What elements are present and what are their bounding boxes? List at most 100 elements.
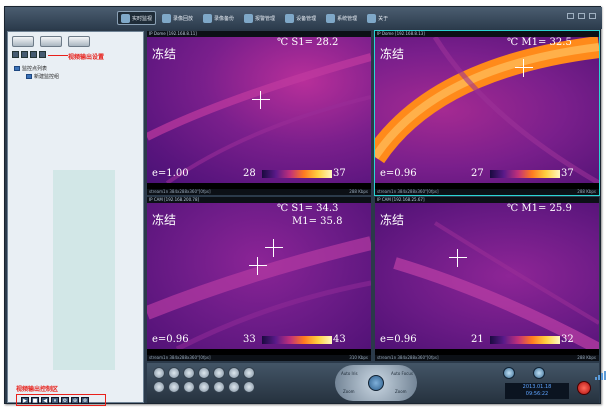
clock-display: 2013.01.18 09:56:22 bbox=[505, 383, 569, 399]
ptz-control[interactable]: Auto Iris Auto Focus Zoom Zoom bbox=[335, 365, 417, 401]
menu-playback[interactable]: 录像回放 bbox=[158, 11, 197, 25]
round-button-4[interactable] bbox=[198, 367, 210, 379]
crosshair-icon bbox=[449, 249, 467, 267]
crosshair-icon bbox=[252, 91, 270, 109]
menu-alarm[interactable]: 报警管理 bbox=[240, 11, 279, 25]
pane-footer: stream1n 384x288x360"[0fps] 310 Kbps bbox=[147, 355, 371, 361]
ptz-zoom-label-left: Zoom bbox=[343, 389, 355, 394]
ctrl-stop-button[interactable]: ■ bbox=[31, 396, 39, 404]
freeze-label: 冻结 bbox=[380, 47, 405, 61]
round-button-14[interactable] bbox=[243, 381, 255, 393]
spot-temp-2: M1= 35.8 bbox=[292, 216, 343, 227]
play-icon bbox=[162, 13, 172, 23]
tree-child[interactable]: 新建监控组 bbox=[26, 72, 59, 80]
spot-temp-1: ℃ S1= 34.3 bbox=[277, 203, 339, 214]
settings-icon bbox=[326, 13, 336, 23]
right-controls bbox=[503, 367, 545, 379]
signal-icon bbox=[595, 369, 607, 380]
round-button-8[interactable] bbox=[153, 381, 165, 393]
crosshair-icon bbox=[515, 59, 533, 77]
video-pane-2[interactable]: IP Dome [192.168.8.13] 冻结 ℃ M1= 32.5 e=0… bbox=[374, 30, 600, 196]
crosshair-icon bbox=[249, 257, 267, 275]
output-setting-icon-4[interactable] bbox=[39, 51, 46, 58]
freeze-label: 冻结 bbox=[380, 213, 405, 227]
color-scale-bar bbox=[490, 170, 560, 178]
range-min: 33 bbox=[243, 334, 256, 345]
spot-temp: ℃ M1= 32.5 bbox=[507, 37, 572, 48]
thermal-image: 冻结 ℃ M1= 32.5 e=0.96 27 37 bbox=[375, 37, 599, 183]
layout-button-3[interactable] bbox=[68, 36, 90, 47]
color-scale-bar bbox=[262, 170, 332, 178]
range-max: 32 bbox=[561, 334, 574, 345]
range-min: 27 bbox=[471, 168, 484, 179]
pane-footer: stream1n 384x288x360"[0fps] 288 Kbps bbox=[375, 189, 599, 195]
ctrl-add-button[interactable]: ⊕ bbox=[71, 396, 79, 404]
round-button-7[interactable] bbox=[243, 367, 255, 379]
menu-system[interactable]: 系统管理 bbox=[322, 11, 361, 25]
range-max: 37 bbox=[561, 168, 574, 179]
menu-live-view[interactable]: 实时监视 bbox=[117, 11, 157, 25]
layout-button-1[interactable] bbox=[12, 36, 34, 47]
folder-icon bbox=[14, 65, 20, 71]
video-pane-3[interactable]: IP CAM [192.168.200.78] 冻结 ℃ S1= 34.3 M1… bbox=[147, 197, 371, 361]
record-mode-button[interactable] bbox=[503, 367, 515, 379]
device-icon bbox=[285, 13, 295, 23]
pane-footer: stream1n 384x288x360"[0fps] 288 Kbps bbox=[375, 355, 599, 361]
ctrl-play-button[interactable]: ▶ bbox=[21, 396, 29, 404]
output-setting-icon-2[interactable] bbox=[21, 51, 28, 58]
annotation-leader-line bbox=[48, 55, 68, 56]
round-button-6[interactable] bbox=[228, 367, 240, 379]
round-button-12[interactable] bbox=[213, 381, 225, 393]
video-pane-1[interactable]: IP Dome [192.168.8.11] 冻结 ℃ S1= 28.2 e=1… bbox=[147, 31, 371, 195]
emissivity-label: e=0.96 bbox=[152, 334, 189, 345]
record-button[interactable] bbox=[577, 381, 591, 395]
ptz-focus-label: Auto Focus bbox=[391, 371, 413, 376]
menu-device[interactable]: 设备管理 bbox=[281, 11, 320, 25]
range-min: 28 bbox=[243, 168, 256, 179]
round-button-1[interactable] bbox=[153, 367, 165, 379]
ctrl-remove-button[interactable]: ⊗ bbox=[81, 396, 89, 404]
ctrl-settings-button[interactable]: ⚙ bbox=[61, 396, 69, 404]
left-panel: 视频输出设置 监控点列表 新建监控组 视频输出控制区 ▶ ■ ◀ ⏸ ⚙ ⊕ ⊗ bbox=[7, 31, 144, 406]
round-button-10[interactable] bbox=[183, 381, 195, 393]
round-button-13[interactable] bbox=[228, 381, 240, 393]
watermark-area bbox=[53, 170, 115, 370]
ctrl-pause-button[interactable]: ⏸ bbox=[51, 396, 59, 404]
freeze-label: 冻结 bbox=[152, 47, 177, 61]
emissivity-label: e=1.00 bbox=[152, 168, 189, 179]
spot-temp: ℃ M1= 25.9 bbox=[507, 203, 572, 214]
maximize-button[interactable] bbox=[578, 13, 585, 19]
round-button-3[interactable] bbox=[183, 367, 195, 379]
output-setting-icon-3[interactable] bbox=[30, 51, 37, 58]
menu-backup[interactable]: 录像备份 bbox=[199, 11, 238, 25]
color-scale-bar bbox=[490, 336, 560, 344]
thermal-image: 冻结 ℃ M1= 25.9 e=0.96 21 32 bbox=[375, 203, 599, 349]
left-toolbar bbox=[12, 36, 90, 47]
app-window: 实时监视 录像回放 录像备份 报警管理 设备管理 系统管理 关于 视频输出设置 bbox=[4, 6, 606, 406]
output-settings-row bbox=[12, 51, 46, 58]
thermal-stream-shape bbox=[393, 221, 599, 349]
close-button[interactable] bbox=[589, 13, 596, 19]
round-button-9[interactable] bbox=[168, 381, 180, 393]
layout-button-2[interactable] bbox=[40, 36, 62, 47]
crosshair-icon bbox=[265, 239, 283, 257]
menu-about[interactable]: 关于 bbox=[363, 11, 392, 25]
round-button-2[interactable] bbox=[168, 367, 180, 379]
output-setting-icon-1[interactable] bbox=[12, 51, 19, 58]
clock-date: 2013.01.18 bbox=[522, 384, 552, 390]
volume-button[interactable] bbox=[533, 367, 545, 379]
emissivity-label: e=0.96 bbox=[380, 334, 417, 345]
minimize-button[interactable] bbox=[567, 13, 574, 19]
tree-root[interactable]: 监控点列表 bbox=[14, 64, 59, 72]
ptz-center-button[interactable] bbox=[368, 375, 384, 391]
round-button-5[interactable] bbox=[213, 367, 225, 379]
annotation-output-control: 视频输出控制区 bbox=[16, 386, 59, 393]
alarm-icon bbox=[244, 13, 254, 23]
output-control-area: ▶ ■ ◀ ⏸ ⚙ ⊕ ⊗ bbox=[16, 394, 106, 406]
thermal-stream-shape bbox=[147, 53, 371, 183]
video-pane-4[interactable]: IP CAM [192.168.25.67] 冻结 ℃ M1= 25.9 e=0… bbox=[375, 197, 599, 361]
round-button-11[interactable] bbox=[198, 381, 210, 393]
ctrl-prev-button[interactable]: ◀ bbox=[41, 396, 49, 404]
color-scale-bar bbox=[262, 336, 332, 344]
backup-icon bbox=[203, 13, 213, 23]
